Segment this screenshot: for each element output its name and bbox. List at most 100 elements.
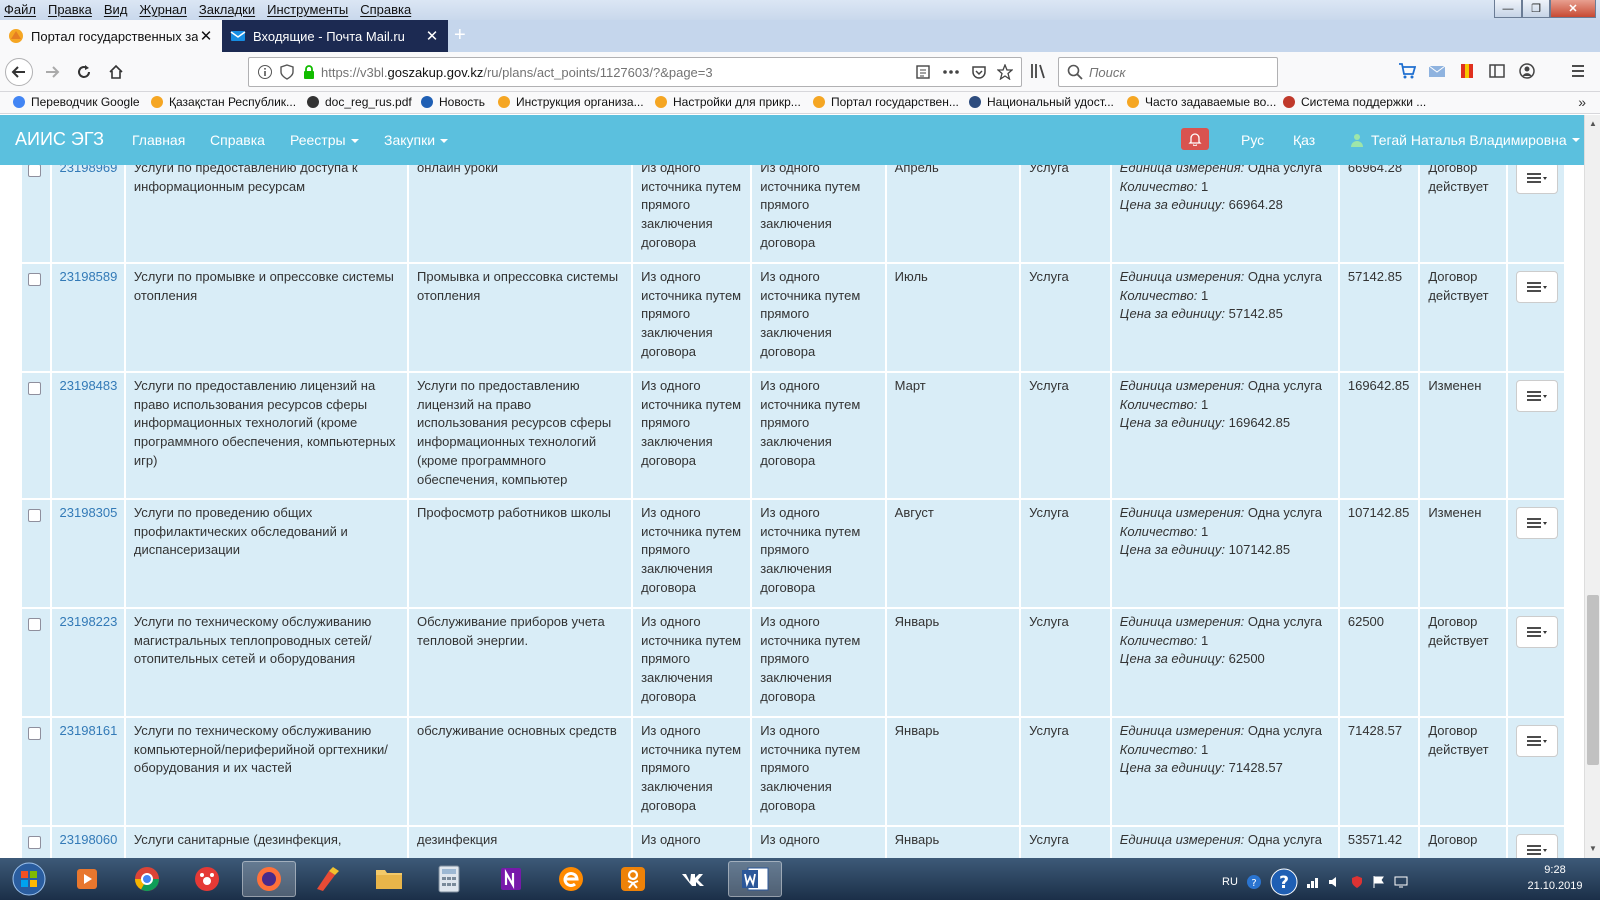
flag-extension-icon[interactable]	[1458, 62, 1476, 80]
menu-item[interactable]: Инструменты	[267, 2, 348, 17]
row-actions-button[interactable]	[1515, 380, 1558, 412]
account-icon[interactable]	[1518, 62, 1536, 80]
bookmark-item[interactable]: Портал государствен...	[812, 95, 959, 109]
point-id-link[interactable]: 23198305	[60, 505, 118, 520]
bookmark-item[interactable]: Новость	[420, 95, 485, 109]
taskbar-clock[interactable]: 9:28 21.10.2019	[1520, 862, 1590, 894]
forward-button[interactable]	[38, 58, 66, 86]
scrollbar-thumb[interactable]	[1587, 595, 1599, 765]
close-tab-icon[interactable]: ✕	[198, 27, 214, 45]
maximize-button[interactable]: ❐	[1522, 0, 1550, 18]
flag-tray-icon[interactable]	[1372, 875, 1386, 889]
mail-icon[interactable]	[1428, 62, 1446, 80]
nav-home[interactable]: Главная	[132, 132, 185, 148]
nav-registries[interactable]: Реестры	[290, 132, 359, 148]
nav-help[interactable]: Справка	[210, 132, 265, 148]
more-bookmarks-icon[interactable]: »	[1578, 94, 1586, 110]
taskbar-calculator[interactable]	[422, 861, 476, 897]
search-box[interactable]	[1058, 57, 1278, 87]
row-actions-button[interactable]	[1515, 834, 1558, 858]
menu-item[interactable]: Вид	[104, 2, 128, 17]
pocket-icon[interactable]	[971, 64, 987, 80]
point-id-link[interactable]: 23198969	[60, 165, 118, 175]
library-icon[interactable]	[1030, 62, 1048, 80]
start-button[interactable]	[2, 861, 56, 897]
menu-item[interactable]: Журнал	[139, 2, 186, 17]
info-icon[interactable]	[257, 64, 273, 80]
bookmark-item[interactable]: doc_reg_rus.pdf	[306, 95, 412, 109]
row-actions-button[interactable]	[1515, 725, 1558, 757]
help-large-icon[interactable]: ?	[1270, 868, 1298, 896]
minimize-button[interactable]: —	[1494, 0, 1522, 18]
row-actions-button[interactable]	[1515, 165, 1558, 194]
help-tray-icon[interactable]: ?	[1246, 874, 1262, 890]
taskbar-paint[interactable]	[300, 861, 354, 897]
tracking-shield-icon[interactable]	[279, 64, 295, 80]
bookmark-item[interactable]: Переводчик Google	[12, 95, 140, 109]
row-checkbox[interactable]	[28, 727, 41, 740]
page-scrollbar[interactable]: ▲ ▼	[1584, 115, 1600, 858]
taskbar-firefox[interactable]	[242, 861, 296, 897]
notifications-button[interactable]	[1181, 128, 1209, 150]
scroll-up-icon[interactable]: ▲	[1587, 117, 1599, 131]
row-checkbox[interactable]	[28, 836, 41, 849]
row-checkbox[interactable]	[28, 618, 41, 631]
bookmark-item[interactable]: Система поддержки ...	[1282, 95, 1426, 109]
menu-item[interactable]: Закладки	[199, 2, 255, 17]
site-brand[interactable]: АИИС ЭГЗ	[15, 129, 104, 150]
taskbar-chrome[interactable]	[120, 861, 174, 897]
menu-item[interactable]: Правка	[48, 2, 92, 17]
search-input[interactable]	[1089, 63, 1269, 81]
taskbar-onenote[interactable]	[484, 861, 538, 897]
lang-ru-link[interactable]: Рус	[1241, 132, 1264, 148]
lang-kz-link[interactable]: Қаз	[1293, 132, 1315, 148]
volume-tray-icon[interactable]	[1328, 875, 1342, 889]
taskbar-media-player[interactable]	[60, 861, 114, 897]
home-button[interactable]	[102, 58, 130, 86]
hamburger-menu-icon[interactable]	[1570, 62, 1586, 80]
close-window-button[interactable]: ✕	[1550, 0, 1596, 18]
back-button[interactable]	[5, 58, 33, 86]
tab-goszakup[interactable]: Портал государственных закупок ✕	[0, 20, 222, 52]
row-actions-button[interactable]	[1515, 616, 1558, 648]
bookmark-item[interactable]: Қазақстан Республик...	[150, 95, 296, 109]
sidebar-icon[interactable]	[1488, 62, 1506, 80]
point-id-link[interactable]: 23198589	[60, 269, 118, 284]
nav-purchases[interactable]: Закупки	[384, 132, 449, 148]
page-actions-icon[interactable]	[941, 64, 961, 80]
scroll-down-icon[interactable]: ▼	[1587, 842, 1599, 856]
keyboard-language[interactable]: RU	[1222, 876, 1238, 888]
display-tray-icon[interactable]	[1394, 875, 1408, 889]
row-actions-button[interactable]	[1515, 271, 1558, 303]
point-id-link[interactable]: 23198223	[60, 614, 118, 629]
row-checkbox[interactable]	[28, 273, 41, 286]
taskbar-odnoklassniki[interactable]	[606, 861, 660, 897]
close-tab-icon[interactable]: ✕	[424, 27, 440, 45]
reload-button[interactable]	[70, 58, 98, 86]
point-id-link[interactable]: 23198483	[60, 378, 118, 393]
point-id-link[interactable]: 23198161	[60, 723, 118, 738]
taskbar-word[interactable]	[728, 861, 782, 897]
row-checkbox[interactable]	[28, 165, 41, 177]
lock-icon[interactable]	[301, 64, 317, 80]
reader-view-icon[interactable]	[915, 64, 931, 80]
bookmark-item[interactable]: Инструкция организа...	[497, 95, 644, 109]
tab-mail[interactable]: Входящие - Почта Mail.ru ✕	[222, 20, 448, 52]
network-tray-icon[interactable]	[1306, 875, 1320, 889]
taskbar-vk[interactable]	[666, 861, 720, 897]
new-tab-icon[interactable]: +	[454, 24, 466, 47]
address-bar[interactable]: https://v3bl.goszakup.gov.kz/ru/plans/ac…	[248, 57, 1022, 87]
taskbar-explorer[interactable]	[362, 861, 416, 897]
menu-item[interactable]: Файл	[4, 2, 36, 17]
shield-tray-icon[interactable]	[1350, 875, 1364, 889]
row-checkbox[interactable]	[28, 509, 41, 522]
bookmark-item[interactable]: Часто задаваемые во...	[1126, 95, 1276, 109]
row-checkbox[interactable]	[28, 382, 41, 395]
point-id-link[interactable]: 23198060	[60, 832, 118, 847]
bookmark-item[interactable]: Настройки для прикр...	[654, 95, 801, 109]
row-actions-button[interactable]	[1515, 507, 1558, 539]
user-menu[interactable]: Тегай Наталья Владимировна	[1350, 132, 1580, 148]
cart-icon[interactable]	[1398, 62, 1416, 80]
bookmark-star-icon[interactable]	[997, 64, 1013, 80]
bookmark-item[interactable]: Национальный удост...	[968, 95, 1114, 109]
